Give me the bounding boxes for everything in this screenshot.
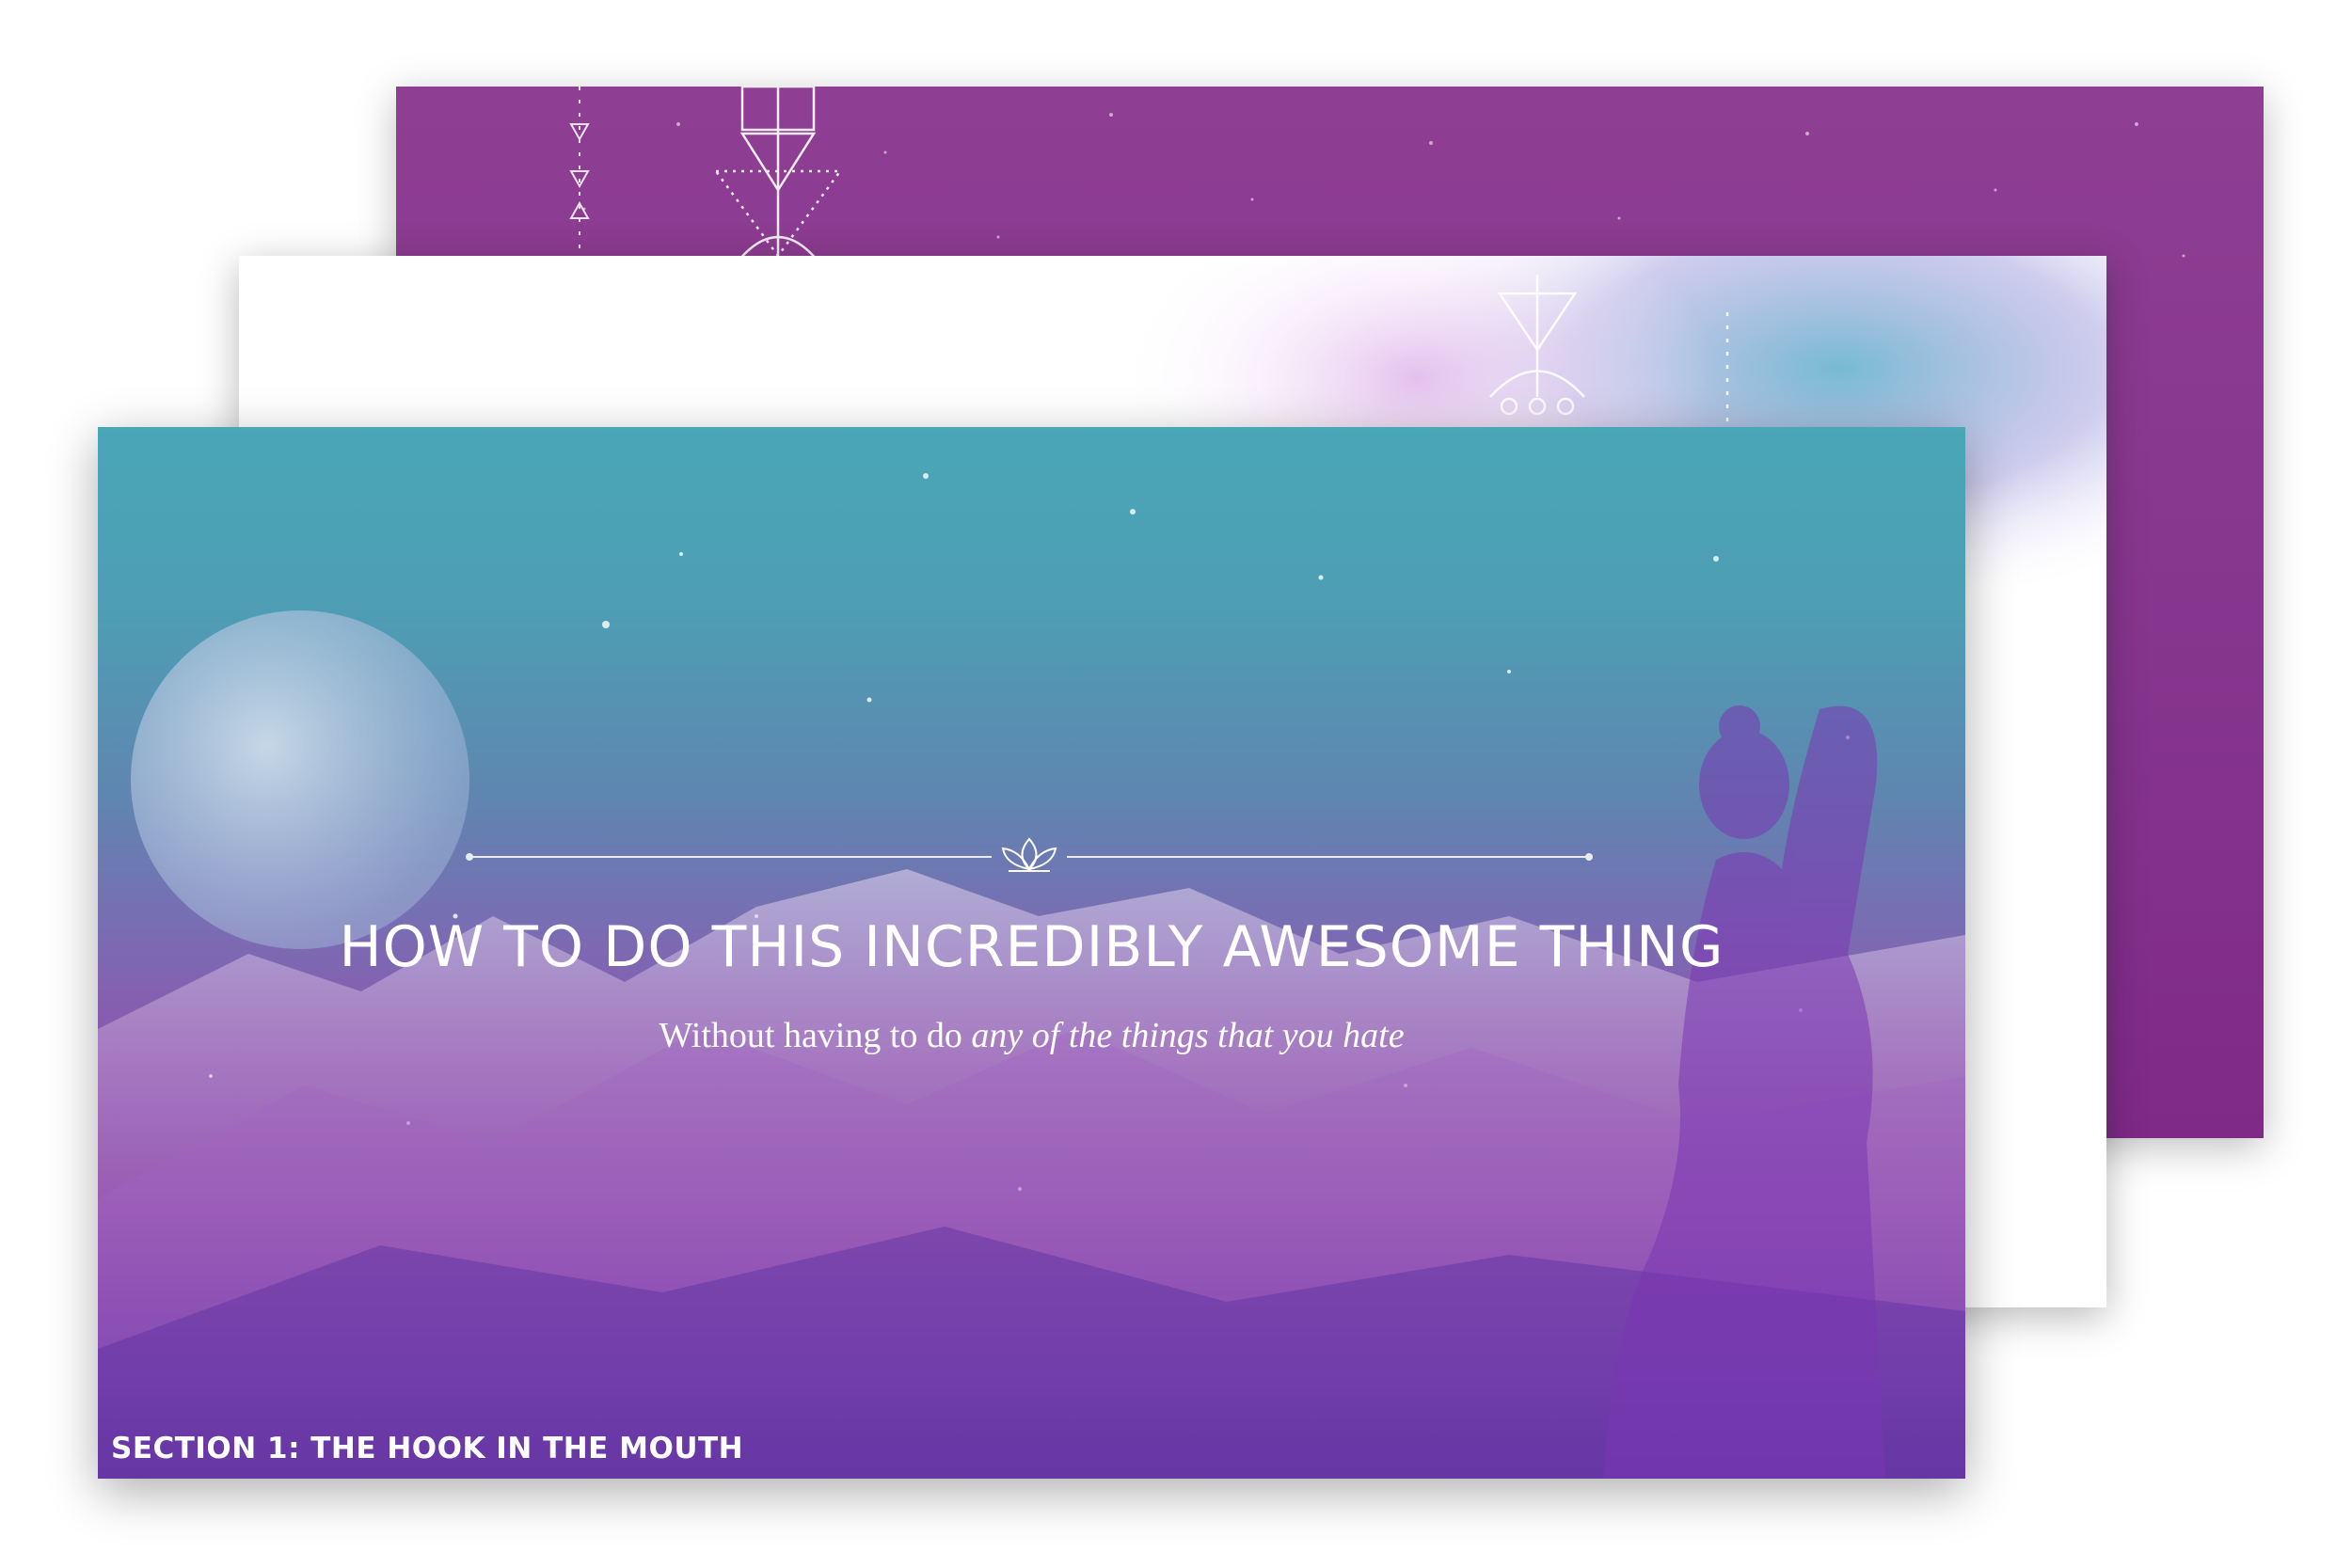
subtitle-plain: Without having to do [659, 1016, 972, 1055]
subtitle-italic: any of the things that you hate [971, 1016, 1405, 1055]
slide-title: HOW TO DO THIS INCREDIBLY AWESOME THING [339, 914, 1724, 980]
glyph-column-icon [569, 87, 590, 256]
slide-subtitle: Without having to do any of the things t… [98, 1015, 1965, 1056]
front-slide: HOW TO DO THIS INCREDIBLY AWESOME THING … [98, 427, 1965, 1479]
moon-icon [131, 610, 469, 949]
lotus-icon [1001, 837, 1057, 872]
section-label: SECTION 1: THE HOOK IN THE MOUTH [111, 1432, 744, 1465]
